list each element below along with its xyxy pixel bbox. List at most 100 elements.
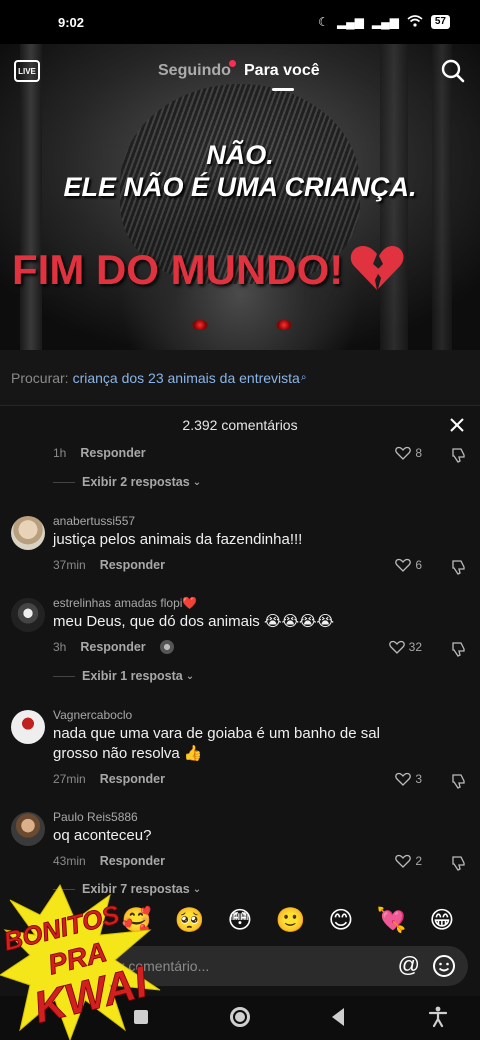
comment-username[interactable]: Paulo Reis5886 xyxy=(53,810,138,824)
heart-icon xyxy=(395,446,412,460)
heart-icon xyxy=(388,640,405,654)
comment-time: 1h xyxy=(53,446,67,460)
creator-liked-avatar xyxy=(159,640,174,654)
close-icon[interactable] xyxy=(448,416,466,434)
like-button[interactable]: 3 xyxy=(395,772,422,786)
dislike-icon[interactable] xyxy=(450,854,468,872)
comments-header: 2.392 comentários xyxy=(0,406,480,444)
comments-count: 2.392 comentários xyxy=(182,417,298,433)
search-mini-icon: ⌕ xyxy=(300,372,307,383)
comment-item: anabertussi557 justiça pelos animais da … xyxy=(0,510,480,582)
signal-icon-2: ▂▄▆ xyxy=(371,15,399,29)
video-caption-line2: ELE NÃO É UMA CRIANÇA. xyxy=(63,172,417,202)
red-eye xyxy=(192,320,208,330)
search-prefix: Procurar: xyxy=(11,369,69,386)
comment-username[interactable]: estrelinhas amadas flopi❤️ xyxy=(53,596,197,610)
red-eye xyxy=(276,320,292,330)
emoji-picker-icon[interactable] xyxy=(432,954,456,978)
dislike-icon[interactable] xyxy=(450,446,468,464)
dislike-icon[interactable] xyxy=(450,640,468,658)
like-count: 3 xyxy=(415,772,422,786)
divider xyxy=(53,481,75,483)
reply-button[interactable]: Responder xyxy=(100,558,165,572)
heart-emoji: ❤️ xyxy=(182,596,198,610)
heart-icon xyxy=(395,558,412,572)
comment-time: 37min xyxy=(53,558,86,572)
avatar[interactable] xyxy=(11,710,45,744)
comment-meta: 27min Responder xyxy=(53,772,165,786)
comment-item: 1h Responder 8 Exibir 2 respostas ⌄ xyxy=(0,444,480,500)
like-count: 32 xyxy=(408,640,422,654)
notification-dot xyxy=(229,60,236,67)
search-term-link[interactable]: criança dos 23 animais da entrevista xyxy=(73,370,300,386)
view-replies-button[interactable]: Exibir 1 resposta ⌄ xyxy=(53,669,194,683)
mention-icon[interactable]: @ xyxy=(398,954,420,976)
video-player[interactable]: LIVE Seguindo Para você NÃO. ELE NÃO É U… xyxy=(0,44,480,350)
reply-button[interactable]: Responder xyxy=(100,854,165,868)
dislike-icon[interactable] xyxy=(450,772,468,790)
chevron-down-icon: ⌄ xyxy=(192,883,202,895)
live-icon[interactable]: LIVE xyxy=(14,60,40,82)
divider xyxy=(53,675,75,677)
like-button[interactable]: 8 xyxy=(395,446,422,460)
watermark-sticker: BONITOS PRA KWAI xyxy=(0,880,170,1040)
signal-icon: ▂▄▆ xyxy=(336,15,364,29)
video-headline: FIM DO MUNDO! xyxy=(12,244,405,302)
view-replies-button[interactable]: Exibir 2 respostas ⌄ xyxy=(53,475,201,489)
comment-meta: 43min Responder xyxy=(53,854,165,868)
like-button[interactable]: 32 xyxy=(388,640,422,654)
headline-text: FIM DO MUNDO! xyxy=(12,246,344,294)
comment-time: 3h xyxy=(53,640,67,654)
like-button[interactable]: 2 xyxy=(395,854,422,868)
reply-button[interactable]: Responder xyxy=(80,640,145,654)
like-button[interactable]: 6 xyxy=(395,558,422,572)
reply-button[interactable]: Responder xyxy=(100,772,165,786)
search-suggestion[interactable]: Procurar: criança dos 23 animais da entr… xyxy=(0,350,480,406)
comment-meta: 37min Responder xyxy=(53,558,165,572)
like-count: 6 xyxy=(415,558,422,572)
accessibility-icon[interactable] xyxy=(428,1006,448,1028)
reply-button[interactable]: Responder xyxy=(80,446,145,460)
status-bar: 9:02 ☾ ▂▄▆ ▂▄▆ 57 xyxy=(0,0,480,44)
dislike-icon[interactable] xyxy=(450,558,468,576)
moon-icon: ☾ xyxy=(318,15,329,29)
comment-item: estrelinhas amadas flopi❤️ meu Deus, que… xyxy=(0,592,480,692)
video-caption-line1: NÃO. xyxy=(206,140,274,170)
emoji-button[interactable]: 🥺 xyxy=(174,906,204,935)
avatar[interactable] xyxy=(11,516,45,550)
home-button[interactable] xyxy=(230,1007,250,1027)
active-tab-indicator xyxy=(272,88,294,91)
chevron-down-icon: ⌄ xyxy=(192,476,202,488)
comment-item: Vagnercaboclo nada que uma vara de goiab… xyxy=(0,704,480,796)
back-button[interactable] xyxy=(332,1008,344,1026)
emoji-button[interactable]: 😊 xyxy=(328,906,353,935)
comment-text: nada que uma vara de goiaba é um banho d… xyxy=(53,725,380,762)
comment-meta: 3h Responder xyxy=(53,640,174,654)
comment-meta: 1h Responder xyxy=(53,446,146,460)
emoji-button[interactable]: 🙂 xyxy=(275,906,305,935)
wifi-icon xyxy=(407,14,423,30)
username-text: estrelinhas amadas flopi xyxy=(53,596,183,610)
comment-time: 27min xyxy=(53,772,86,786)
search-icon[interactable] xyxy=(440,58,466,84)
emoji-button[interactable]: 😁 xyxy=(429,906,454,935)
like-count: 2 xyxy=(415,854,422,868)
battery-icon: 57 xyxy=(430,15,450,29)
tab-for-you[interactable]: Para você xyxy=(244,62,320,80)
avatar[interactable] xyxy=(11,812,45,846)
emoji-button[interactable]: 💘 xyxy=(376,906,406,935)
comment-username[interactable]: anabertussi557 xyxy=(53,514,135,528)
heart-icon xyxy=(395,854,412,868)
replies-label: Exibir 2 respostas xyxy=(82,475,190,489)
comment-text: meu Deus, que dó dos animais 😭😭😭😭 xyxy=(53,613,335,630)
comment-time: 43min xyxy=(53,854,86,868)
comment-username[interactable]: Vagnercaboclo xyxy=(53,708,132,722)
emoji-button[interactable]: 😳 xyxy=(227,906,252,935)
broken-heart-icon xyxy=(349,244,405,302)
heart-icon xyxy=(395,772,412,786)
tab-following[interactable]: Seguindo xyxy=(158,62,231,80)
avatar[interactable] xyxy=(11,598,45,632)
status-icons: ☾ ▂▄▆ ▂▄▆ 57 xyxy=(318,14,450,30)
chevron-down-icon: ⌄ xyxy=(185,670,195,682)
top-nav: LIVE Seguindo Para você xyxy=(0,58,480,91)
